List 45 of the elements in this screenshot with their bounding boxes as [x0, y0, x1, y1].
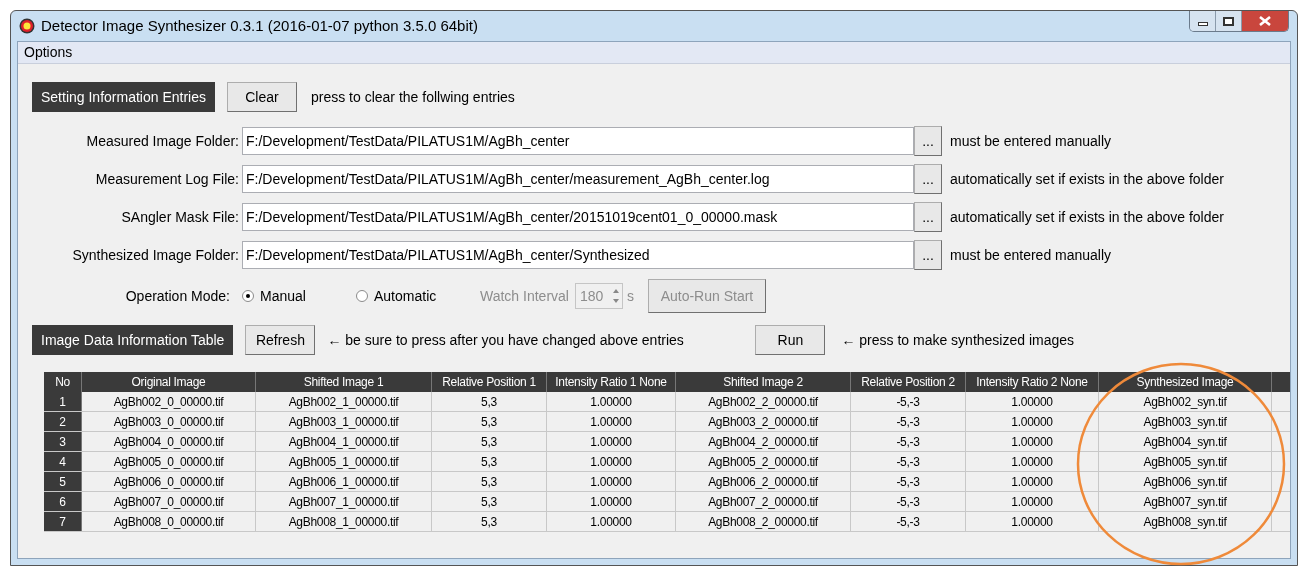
- path-field[interactable]: F:/Development/TestData/PILATUS1M/AgBh_center/20151019cent01_0_00000.mask: [242, 203, 914, 231]
- minimize-button[interactable]: [1190, 11, 1216, 31]
- field-label: Watch Interval: [480, 286, 569, 306]
- close-icon: [1259, 16, 1271, 26]
- menu-item[interactable]: Options: [24, 42, 73, 63]
- browse-button[interactable]: ...: [914, 240, 942, 270]
- browse-button[interactable]: ...: [914, 126, 942, 156]
- field-label: SAngler Mask File:: [120, 207, 240, 227]
- close-button[interactable]: [1242, 11, 1288, 31]
- row-number: 7: [44, 512, 82, 531]
- radio-label: Automatic: [374, 286, 437, 306]
- radio-button[interactable]: [242, 290, 254, 302]
- hint-text: ← be sure to press after you have changed above entries: [327, 330, 685, 350]
- section-header: Setting Information Entries: [32, 82, 215, 112]
- window-title: Detector Image Synthesizer 0.3.1 (2016-01-07 python 3.5.0 64bit): [41, 15, 478, 36]
- row-number: 4: [44, 452, 82, 471]
- row-number: 2: [44, 412, 82, 431]
- refresh-button[interactable]: Refresh: [245, 325, 316, 355]
- field-label: Measured Image Folder:: [85, 131, 240, 151]
- field-note: must be entered manually: [950, 131, 1112, 151]
- row-number: 3: [44, 432, 82, 451]
- path-field[interactable]: F:/Development/TestData/PILATUS1M/AgBh_center/Synthesized: [242, 241, 914, 269]
- field-note: automatically set if exists in the above folder: [950, 207, 1224, 227]
- path-field[interactable]: F:/Development/TestData/PILATUS1M/AgBh_center: [242, 127, 914, 155]
- hint-text: ← press to make synthesized images: [841, 330, 1075, 350]
- field-note: must be entered manually: [950, 245, 1112, 265]
- field-note: automatically set if exists in the above folder: [950, 169, 1224, 189]
- browse-button[interactable]: ...: [914, 164, 942, 194]
- clear-button[interactable]: Clear: [227, 82, 297, 112]
- radio-button[interactable]: [356, 290, 368, 302]
- run-button[interactable]: Run: [755, 325, 826, 355]
- target-icon: [19, 18, 35, 34]
- path-field[interactable]: F:/Development/TestData/PILATUS1M/AgBh_center/measurement_AgBh_center.log: [242, 165, 914, 193]
- section-header: Image Data Information Table: [32, 325, 234, 355]
- browse-button[interactable]: ...: [914, 202, 942, 232]
- row-number: 6: [44, 492, 82, 511]
- hint-text: press to clear the follwing entries: [311, 87, 515, 107]
- maximize-button[interactable]: [1216, 11, 1242, 31]
- field-label: Operation Mode:: [124, 286, 231, 306]
- field-label: Synthesized Image Folder:: [71, 245, 240, 265]
- radio-label: Manual: [260, 286, 306, 306]
- field-label: Measurement Log File:: [94, 169, 240, 189]
- row-number: 1: [44, 392, 82, 411]
- row-number: 5: [44, 472, 82, 491]
- unit-label: s: [626, 286, 634, 306]
